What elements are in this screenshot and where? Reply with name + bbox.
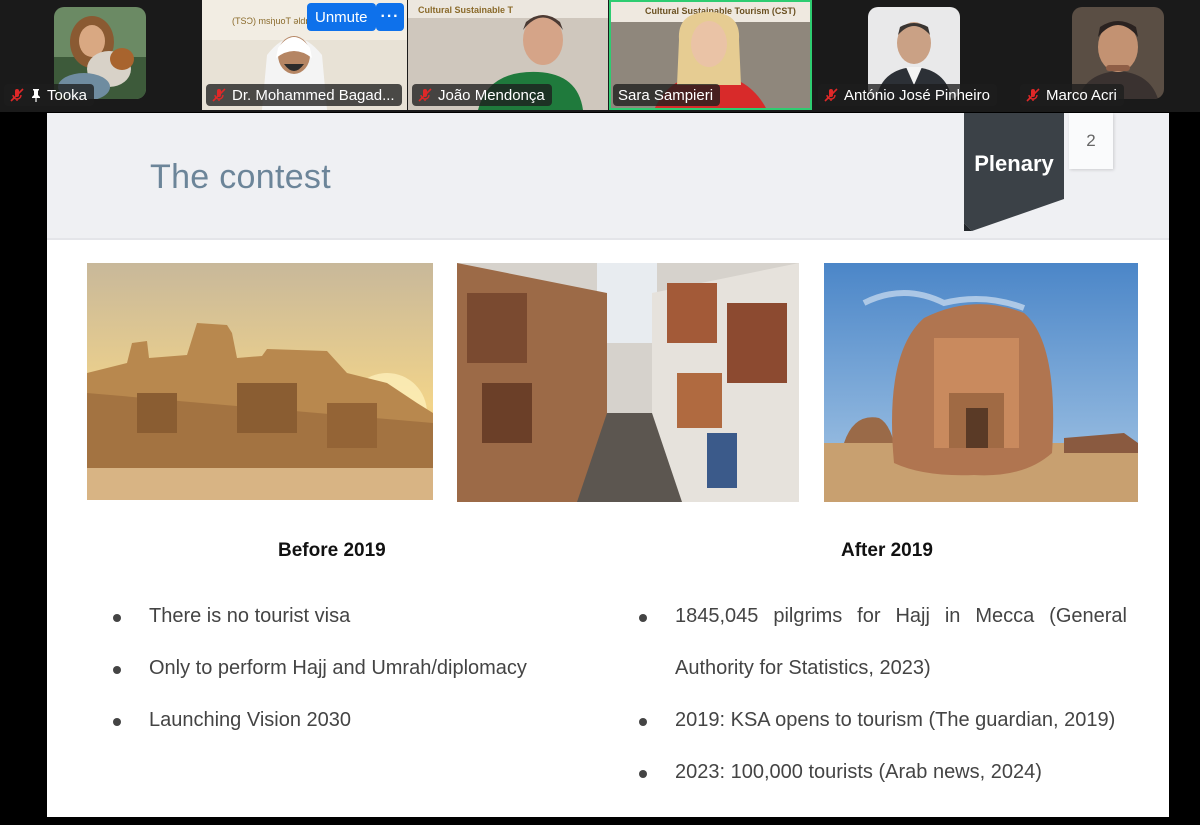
mic-muted-icon: [418, 88, 432, 102]
after-bullet-continuation: Authority for Statistics, 2023): [675, 657, 931, 679]
participant-name: Marco Acri: [1046, 86, 1117, 104]
participant-name: Sara Sampieri: [618, 86, 714, 104]
after-2019-heading: After 2019: [841, 540, 933, 561]
shared-slide: The contest Plenary 2 Before 2019 After …: [47, 113, 1169, 817]
unmute-button[interactable]: Unmute: [307, 3, 376, 31]
after-bullet: 2019: KSA opens to tourism (The guardian…: [639, 709, 1115, 732]
slide-title: The contest: [150, 158, 331, 196]
name-tag: António José Pinheiro: [818, 84, 997, 106]
after-bullet: 1845,045 pilgrims for Hajj in Mecca (Gen…: [639, 605, 1127, 628]
mic-muted-icon: [212, 88, 226, 102]
name-tag: Tooka: [4, 84, 95, 106]
name-tag: Dr. Mohammed Bagad...: [206, 84, 402, 106]
before-bullet: Launching Vision 2030: [113, 709, 351, 732]
name-tag: João Mendonça: [412, 84, 552, 106]
photo-hegra-tomb: [824, 263, 1138, 502]
svg-text:Cultural Sustainable T: Cultural Sustainable T: [418, 5, 514, 15]
svg-text:(TSƆ) msiɿuoT əldɒ: (TSƆ) msiɿuoT əldɒ: [232, 16, 310, 26]
photo-jeddah-old-town: [457, 263, 799, 502]
plenary-badge-label: Plenary: [974, 151, 1054, 176]
mic-muted-icon: [824, 88, 838, 102]
participant-tile-marco[interactable]: Marco Acri: [1016, 0, 1200, 110]
participant-tile-mohammed[interactable]: (TSƆ) msiɿuoT əldɒ Unmute ··· Dr. Mohamm…: [202, 0, 407, 110]
participant-name: Dr. Mohammed Bagad...: [232, 86, 395, 104]
participant-tile-antonio[interactable]: António José Pinheiro: [814, 0, 1014, 110]
after-bullet: 2023: 100,000 tourists (Arab news, 2024): [639, 761, 1042, 784]
mic-muted-icon: [1026, 88, 1040, 102]
photo-diriyah-fort: [87, 263, 433, 500]
participant-tile-sara[interactable]: Cultural Sustainable Tourism (CST) Sara …: [609, 0, 812, 110]
before-2019-heading: Before 2019: [278, 540, 386, 561]
before-bullet: There is no tourist visa: [113, 605, 350, 628]
participant-tile-joao[interactable]: Cultural Sustainable T João Mendonça: [408, 0, 608, 110]
participant-name: Tooka: [47, 86, 88, 104]
before-bullet: Only to perform Hajj and Umrah/diplomacy: [113, 657, 527, 680]
participant-tile-tooka[interactable]: Tooka: [0, 0, 200, 110]
participant-name: António José Pinheiro: [844, 86, 990, 104]
mic-muted-icon: [10, 88, 24, 102]
pin-icon: [32, 89, 40, 102]
more-options-button[interactable]: ···: [376, 3, 404, 31]
page-number: 2: [1086, 131, 1096, 150]
participant-strip: Tooka (TSƆ) msiɿuoT əldɒ Unmute ··· Dr. …: [0, 0, 1200, 112]
participant-name: João Mendonça: [438, 86, 545, 104]
name-tag: Sara Sampieri: [613, 84, 721, 106]
name-tag: Marco Acri: [1020, 84, 1124, 106]
